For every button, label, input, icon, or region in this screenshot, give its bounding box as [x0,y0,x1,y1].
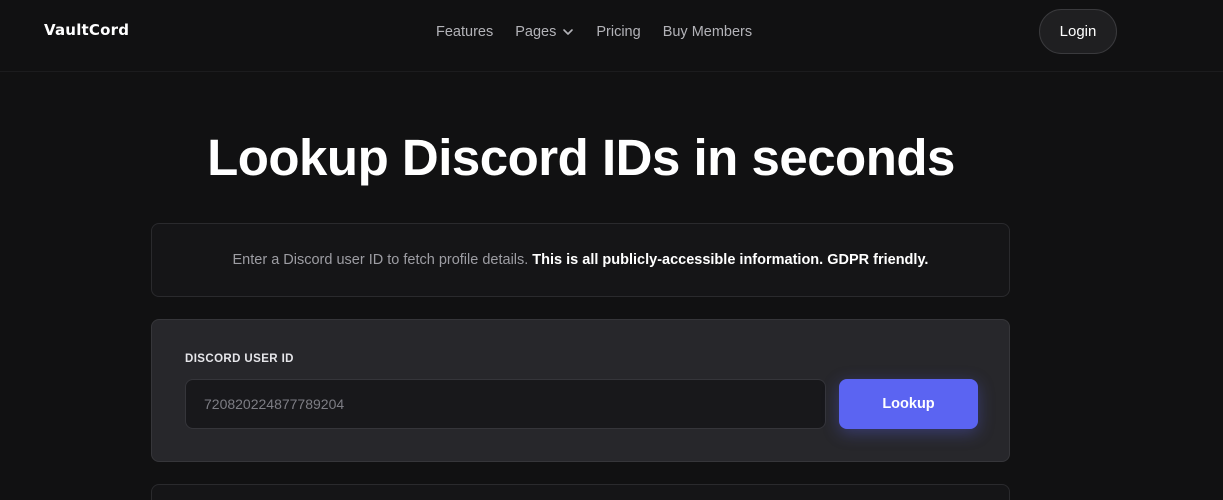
result-card [151,484,1010,500]
chevron-down-icon [563,29,574,35]
lookup-button[interactable]: Lookup [839,379,978,429]
info-notice: Enter a Discord user ID to fetch profile… [151,223,1010,297]
nav-item-pages[interactable]: Pages [515,24,574,40]
nav-item-label: Pages [515,24,557,40]
user-id-label: DISCORD USER ID [185,353,294,365]
nav-item-label: Features [436,24,494,40]
nav-item-label: Pricing [596,24,641,40]
login-button[interactable]: Login [1039,9,1117,54]
info-emphasis: This is all publicly-accessible informat… [532,252,929,268]
top-nav-bar: VaultCord Features Pages Pricing Buy Mem… [0,0,1223,72]
logo[interactable]: VaultCord [44,21,129,39]
nav-item-buy-members[interactable]: Buy Members [663,24,752,40]
user-id-input[interactable] [185,379,826,429]
nav-item-pricing[interactable]: Pricing [596,24,640,40]
nav-item-label: Buy Members [662,24,753,40]
info-text: Enter a Discord user ID to fetch profile… [232,252,529,268]
page-title: Lookup Discord IDs in seconds [207,129,955,186]
main-nav: Features Pages Pricing Buy Members [436,22,752,42]
nav-item-features[interactable]: Features [436,24,493,40]
page: VaultCord Features Pages Pricing Buy Mem… [0,0,1223,500]
lookup-form: DISCORD USER ID Lookup [151,319,1010,462]
